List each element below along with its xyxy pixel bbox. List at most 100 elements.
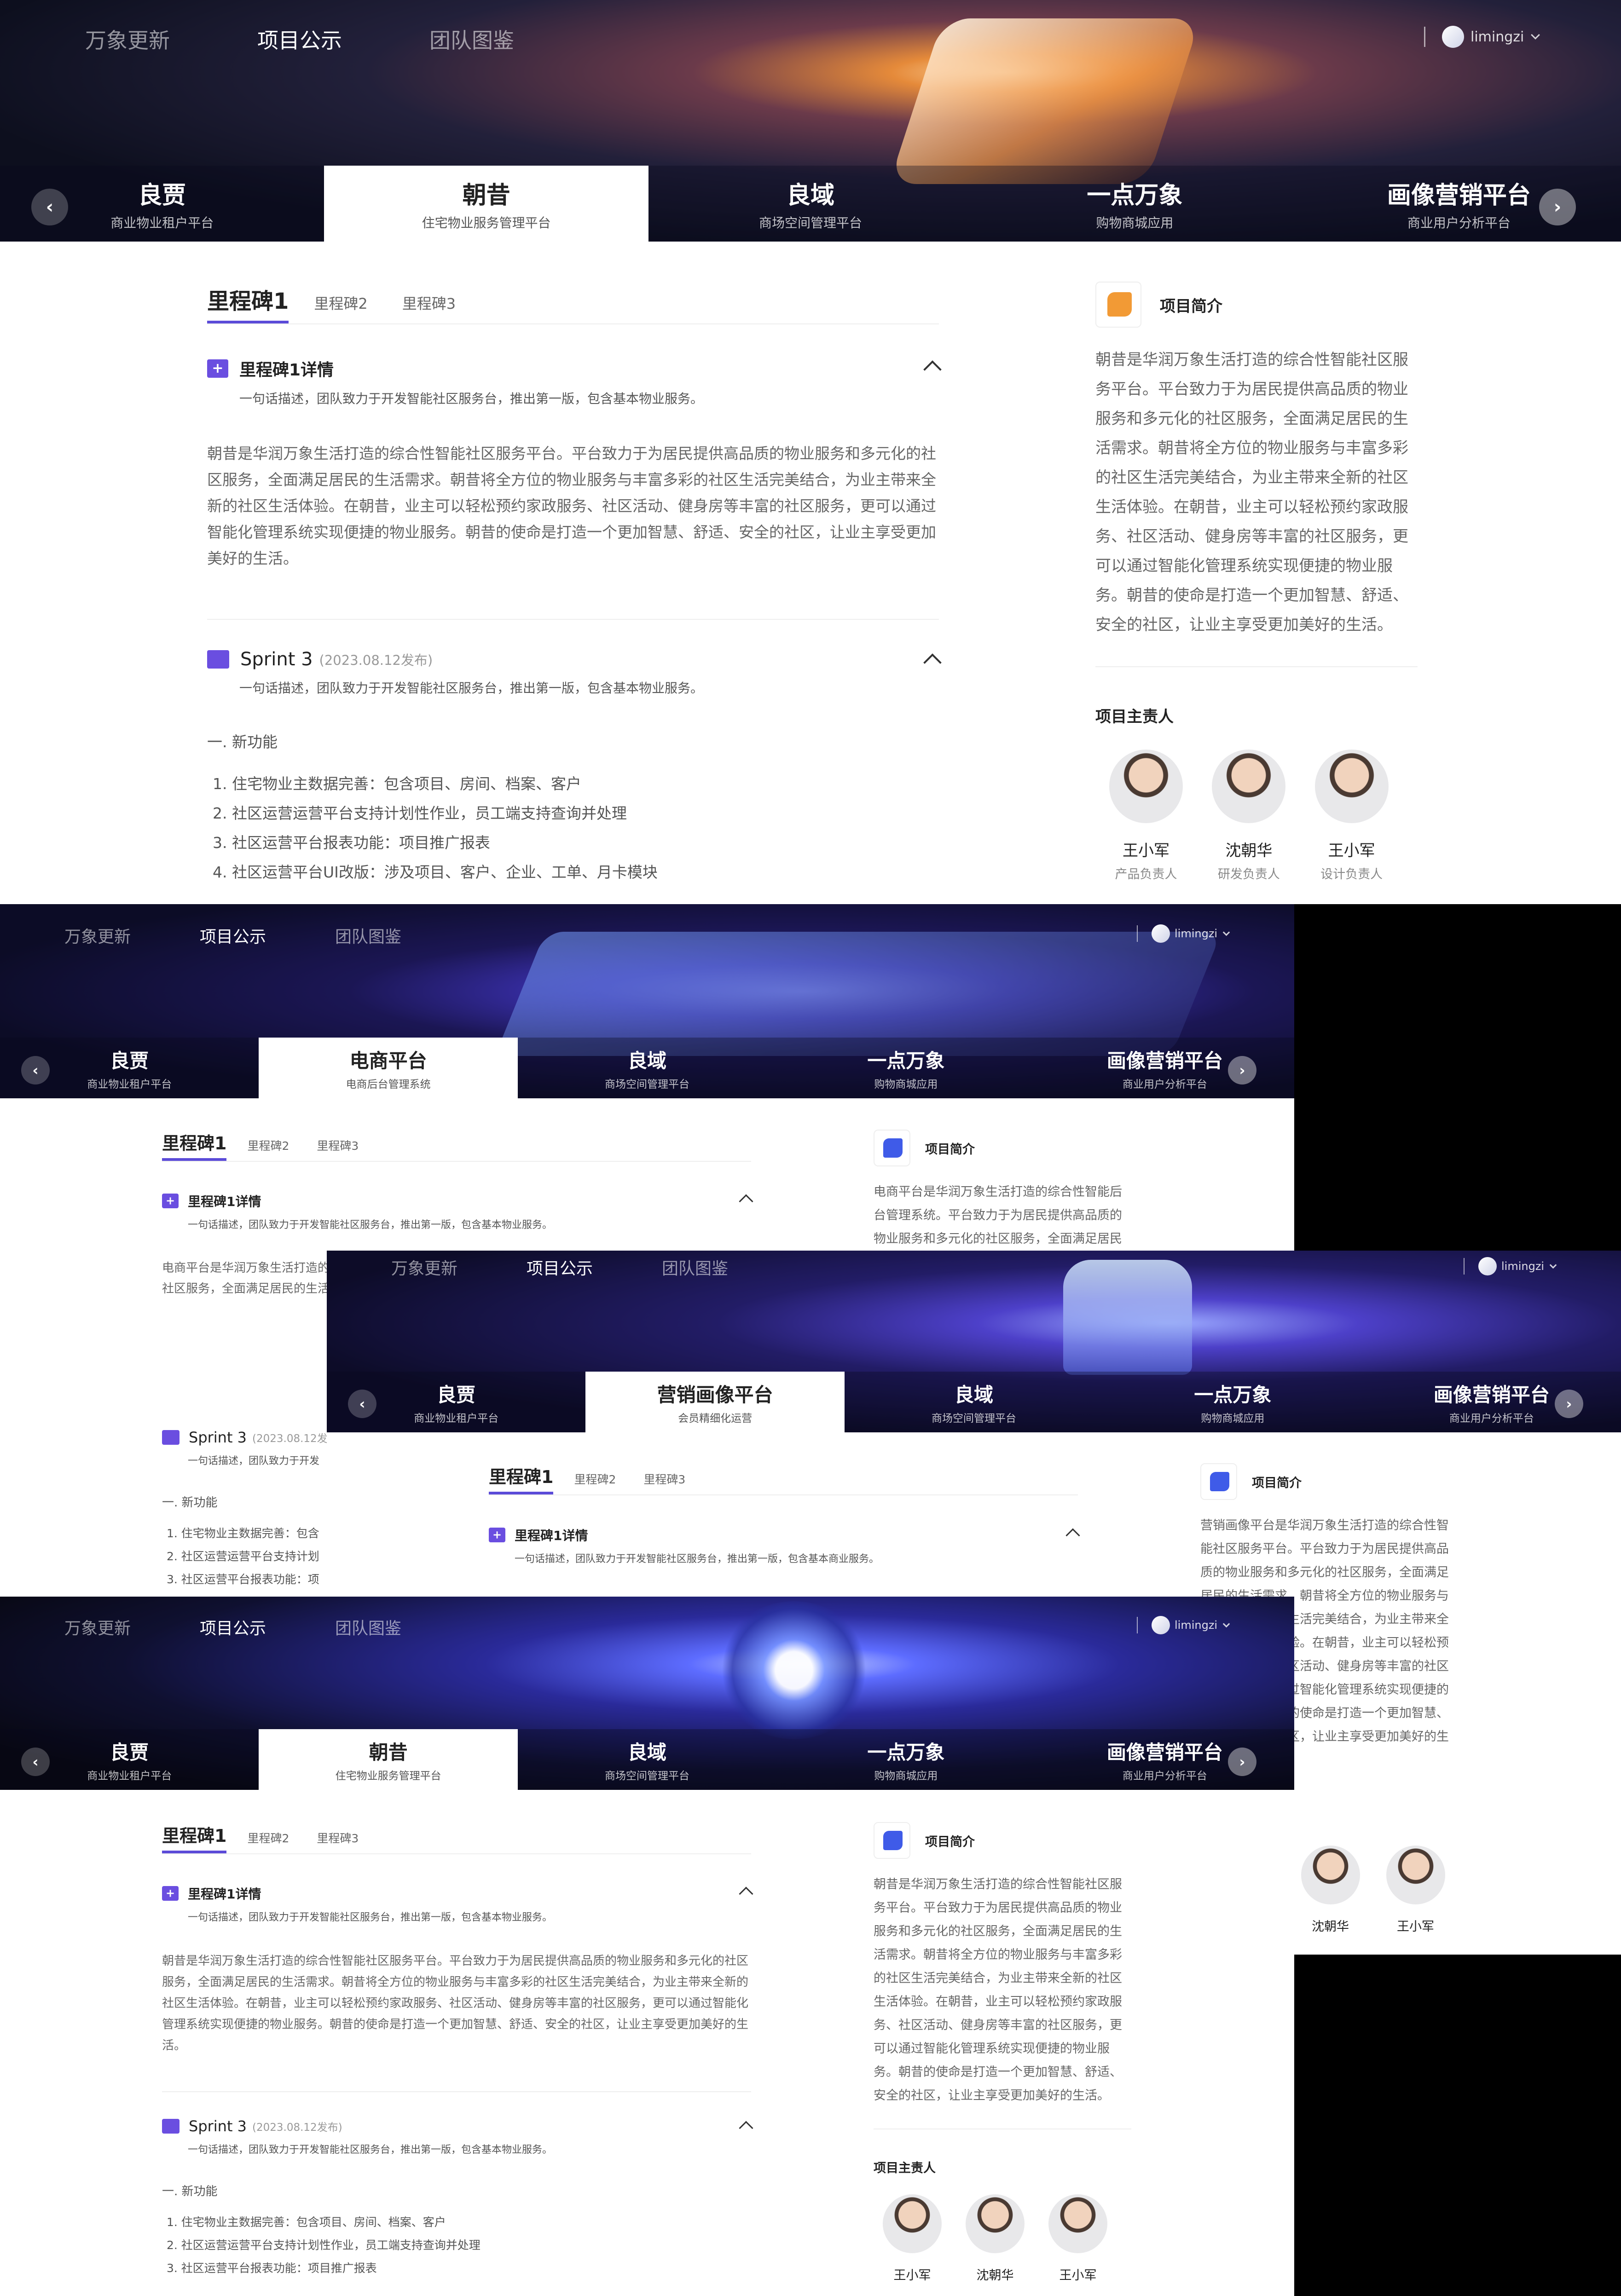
chevron-left-icon[interactable]: ‹	[348, 1390, 376, 1418]
project-intro: 朝昔是华润万象生活打造的综合性智能社区服务平台。平台致力于为居民提供高品质的物业…	[1095, 351, 1408, 634]
project-tab-liangyu[interactable]: 良域 商场空间管理平台	[845, 1372, 1103, 1432]
tab-milestone-3[interactable]: 里程碑3	[317, 1137, 359, 1161]
screenshot-chaoxi-large: 万象更新 项目公示 团队图鉴 limingzi 良贾 商业物业租户平台 朝昔 住宅物…	[0, 0, 1621, 904]
tab-milestone-3[interactable]: 里程碑3	[643, 1471, 685, 1494]
nav-tab-updates[interactable]: 万象更新	[64, 923, 131, 947]
chevron-left-icon[interactable]: ‹	[21, 1748, 50, 1776]
milestone-detail-section: 里程碑1详情 一句话描述，团队致力于开发智能社区服务台，推出第一版，包含基本商业…	[489, 1526, 1080, 1565]
sprint-name: Sprint 3	[189, 1429, 247, 1446]
tab-milestone-2[interactable]: 里程碑2	[247, 1829, 289, 1853]
chevron-right-icon[interactable]: ›	[1228, 1056, 1256, 1085]
tab-milestone-3[interactable]: 里程碑3	[402, 292, 456, 323]
tab-milestone-2[interactable]: 里程碑2	[574, 1471, 616, 1494]
tab-milestone-1[interactable]: 里程碑1	[162, 1822, 227, 1853]
user-menu[interactable]: limingzi	[1137, 924, 1230, 943]
tab-milestone-1[interactable]: 里程碑1	[207, 283, 289, 323]
avatar	[883, 2194, 942, 2253]
divider	[162, 2091, 751, 2092]
project-tab-yidianwanxiang[interactable]: 一点万象 购物商城应用	[776, 1729, 1035, 1790]
folder-plus-icon	[162, 1194, 179, 1208]
project-tab-yidianwanxiang[interactable]: 一点万象 购物商城应用	[776, 1038, 1035, 1098]
folder-icon	[207, 650, 229, 669]
avatar	[1212, 750, 1286, 823]
list-item: 4. 社区运营平台UI改版：涉及项目、客户、企业、工单、月卡模块	[213, 863, 658, 881]
list-item: 1. 住宅物业主数据完善：包含项目、房间、档案、客户	[213, 775, 581, 793]
folder-plus-icon	[162, 1886, 179, 1901]
milestone-body: 朝昔是华润万象生活打造的综合性智能社区服务平台。平台致力于为居民提供高品质的物业…	[162, 1954, 749, 2053]
project-tab-liangyu[interactable]: 良域 商场空间管理平台	[518, 1729, 776, 1790]
username: limingzi	[1175, 1619, 1218, 1632]
project-logo	[1200, 1463, 1237, 1500]
project-logo	[1095, 282, 1141, 328]
user-menu[interactable]: limingzi	[1137, 1616, 1230, 1634]
nav-tab-team[interactable]: 团队图鉴	[335, 923, 401, 947]
milestone-tabs: 里程碑1 里程碑2 里程碑3	[207, 281, 939, 324]
username: limingzi	[1175, 927, 1218, 940]
tab-milestone-2[interactable]: 里程碑2	[247, 1137, 289, 1161]
milestone-tabs: 里程碑1 里程碑2 里程碑3	[489, 1463, 1078, 1495]
nav-tab-team[interactable]: 团队图鉴	[662, 1255, 728, 1279]
nav-tab-team[interactable]: 团队图鉴	[429, 24, 514, 54]
owners-label: 项目主责人	[874, 2161, 936, 2175]
nav-tab-projects[interactable]: 项目公示	[257, 24, 342, 54]
chevron-left-icon[interactable]: ‹	[21, 1056, 50, 1085]
milestone-tabs: 里程碑1 里程碑2 里程碑3	[162, 1822, 751, 1854]
nav-tab-projects[interactable]: 项目公示	[200, 923, 266, 947]
avatar	[1301, 1846, 1360, 1904]
feature-list: 1. 住宅物业主数据完善：包含项目、房间、档案、客户 2. 社区运营运营平台支持…	[213, 769, 939, 887]
intro-label: 项目简介	[925, 1142, 975, 1157]
chevron-down-icon	[1222, 1620, 1230, 1627]
sprint-section: Sprint 3 (2023.08.12发布) 一句话描述，团队致力于开发智能社区…	[207, 649, 942, 887]
username: limingzi	[1470, 29, 1524, 45]
sprint-date: (2023.08.12发布)	[319, 652, 433, 668]
tab-milestone-2[interactable]: 里程碑2	[314, 292, 367, 323]
features-title: 一. 新功能	[207, 733, 278, 751]
tab-milestone-3[interactable]: 里程碑3	[317, 1829, 359, 1853]
avatar	[1152, 1616, 1170, 1634]
project-logo	[874, 1822, 910, 1859]
chevron-right-icon[interactable]: ›	[1539, 189, 1576, 225]
screenshot-chaoxi-small: 万象更新 项目公示 团队图鉴 limingzi 良贾 商业物业租户平台 朝昔 住宅物…	[0, 1597, 1294, 2296]
nav-tab-updates[interactable]: 万象更新	[391, 1255, 457, 1279]
chevron-right-icon[interactable]: ›	[1555, 1390, 1583, 1418]
nav-tab-projects[interactable]: 项目公示	[527, 1255, 593, 1279]
hero-banner: 万象更新 项目公示 团队图鉴 limingzi 良贾 商业物业租户平台 朝昔 住宅物…	[0, 0, 1621, 242]
project-tab-chaoxi[interactable]: 朝昔 住宅物业服务管理平台	[324, 166, 648, 242]
nav-tab-projects[interactable]: 项目公示	[200, 1615, 266, 1639]
intro-label: 项目简介	[925, 1834, 975, 1849]
milestone-detail-section: 里程碑1详情 一句话描述，团队致力于开发智能社区服务台，推出第一版，包含基本物业…	[207, 357, 942, 571]
avatar	[1152, 924, 1170, 943]
chevron-left-icon[interactable]: ‹	[31, 189, 68, 225]
nav-tab-updates[interactable]: 万象更新	[64, 1615, 131, 1639]
section-title: 里程碑1详情	[239, 361, 334, 380]
section-title: 里程碑1详情	[515, 1528, 588, 1543]
tab-milestone-1[interactable]: 里程碑1	[162, 1129, 227, 1161]
avatar	[1442, 26, 1464, 48]
list-item: 3. 社区运营平台报表功能：项目推广报表	[167, 2261, 377, 2275]
tab-milestone-1[interactable]: 里程碑1	[489, 1463, 554, 1494]
chevron-right-icon[interactable]: ›	[1228, 1748, 1256, 1776]
nav-tab-updates[interactable]: 万象更新	[85, 24, 170, 54]
project-tab-liangyu[interactable]: 良域 商场空间管理平台	[648, 166, 973, 242]
project-tab-liangyu[interactable]: 良域 商场空间管理平台	[518, 1038, 776, 1098]
avatar	[1314, 750, 1389, 823]
hero-artwork	[1063, 1260, 1192, 1375]
chevron-down-icon	[1549, 1261, 1557, 1269]
hero-artwork	[718, 1601, 870, 1739]
user-menu[interactable]: limingzi	[1424, 26, 1540, 48]
folder-icon	[162, 2119, 179, 2134]
nav-tab-team[interactable]: 团队图鉴	[335, 1615, 401, 1639]
chevron-down-icon	[1222, 929, 1230, 936]
milestone-detail-section: 里程碑1详情 一句话描述，团队致力于开发智能社区服务台，推出第一版，包含基本物业…	[162, 1884, 753, 2056]
hero-banner: 万象更新 项目公示 团队图鉴 limingzi 良贾 商业物业租户平台 电商平台电…	[0, 904, 1294, 1098]
project-tab-marketing-profile[interactable]: 营销画像平台 会员精细化运营	[585, 1372, 845, 1432]
project-tab-yidianwanxiang[interactable]: 一点万象 购物商城应用	[973, 166, 1297, 242]
intro-label: 项目简介	[1160, 297, 1222, 316]
section-desc: 一句话描述，团队致力于开发智能社区服务台，推出第一版，包含基本物业服务。	[188, 1912, 553, 1923]
sprint-section: Sprint 3 (2023.08.12发布) 一句话描述，团队致力于开发智能社区…	[162, 2117, 753, 2280]
project-tab-yidianwanxiang[interactable]: 一点万象 购物商城应用	[1103, 1372, 1362, 1432]
user-menu[interactable]: limingzi	[1464, 1257, 1557, 1275]
folder-plus-icon	[207, 359, 228, 378]
project-tab-chaoxi[interactable]: 朝昔 住宅物业服务管理平台	[259, 1729, 518, 1790]
project-tab-ecommerce[interactable]: 电商平台 电商后台管理系统	[259, 1038, 518, 1098]
